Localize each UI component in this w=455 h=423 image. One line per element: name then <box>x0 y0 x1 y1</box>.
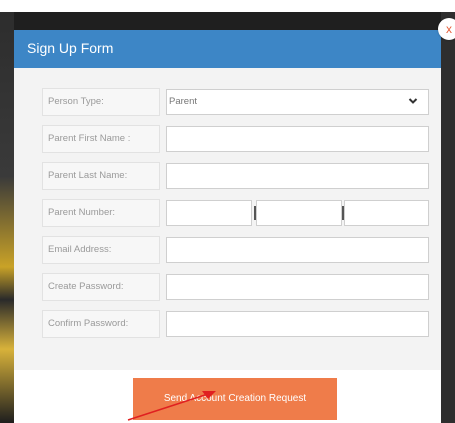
chevron-down-icon <box>408 98 418 104</box>
email-label: Email Address: <box>42 236 160 264</box>
arrow-annotation-icon <box>127 391 216 421</box>
password-label: Create Password: <box>42 273 160 301</box>
modal-title: Sign Up Form <box>27 40 114 56</box>
person-type-label: Person Type: <box>42 88 160 116</box>
backdrop-right <box>441 12 455 423</box>
backdrop-top <box>0 0 455 12</box>
modal-header: Sign Up Form <box>14 30 441 68</box>
first-name-input[interactable] <box>166 126 429 152</box>
password-input[interactable] <box>166 274 429 300</box>
person-type-value: Parent <box>169 96 197 107</box>
phone-area-input[interactable] <box>166 200 252 226</box>
parent-number-label: Parent Number: <box>42 199 160 227</box>
last-name-label: Parent Last Name: <box>42 162 160 190</box>
person-type-select[interactable]: Parent <box>166 89 429 115</box>
first-name-label: Parent First Name : <box>42 125 160 153</box>
confirm-password-input[interactable] <box>166 311 429 337</box>
last-name-input[interactable] <box>166 163 429 189</box>
phone-line-input[interactable] <box>344 200 429 226</box>
confirm-password-label: Confirm Password: <box>42 310 160 338</box>
close-icon[interactable]: x <box>438 18 455 40</box>
backdrop-left <box>0 12 14 423</box>
backdrop-band <box>0 12 455 30</box>
email-input[interactable] <box>166 237 429 263</box>
form-panel: Person Type: Parent Parent First Name : … <box>14 68 441 370</box>
phone-prefix-input[interactable] <box>256 200 342 226</box>
signup-modal: Sign Up Form Person Type: Parent Parent … <box>14 30 441 423</box>
